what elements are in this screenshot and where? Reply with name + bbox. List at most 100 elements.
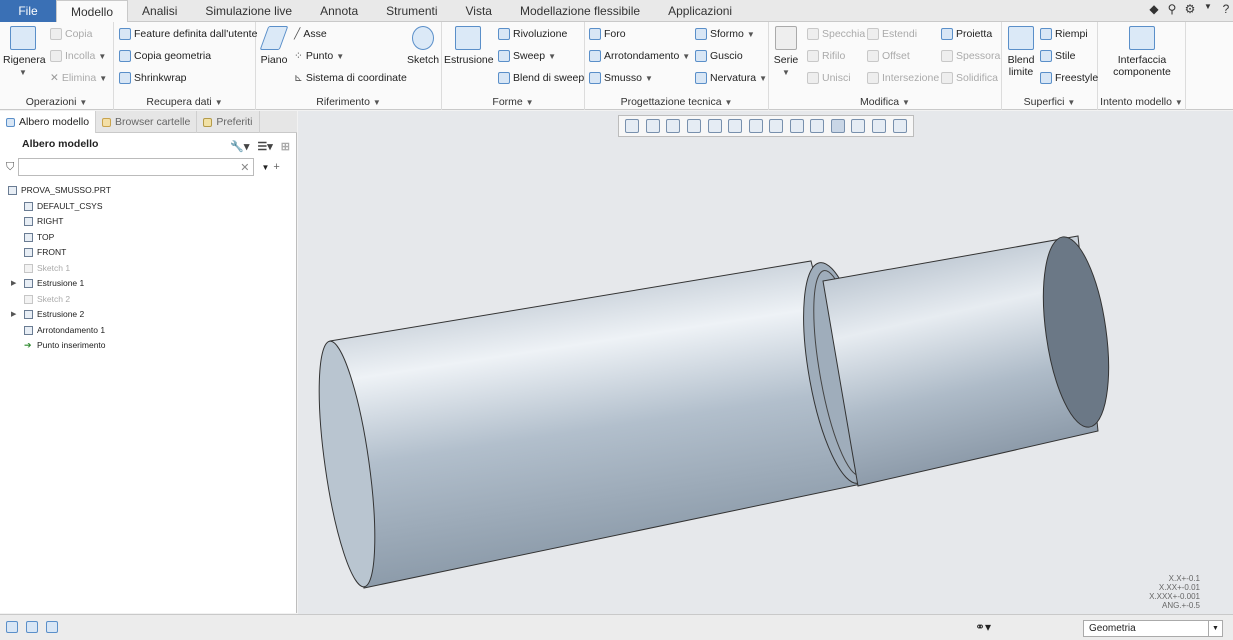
tab-simulazione-live[interactable]: Simulazione live <box>191 0 306 22</box>
tab-browser-cartelle[interactable]: Browser cartelle <box>96 111 198 133</box>
tab-modellazione-flessibile[interactable]: Modellazione flessibile <box>506 0 654 22</box>
offset-button[interactable]: Offset <box>867 50 910 62</box>
tree-node[interactable]: Arrotondamento 1 <box>0 323 296 339</box>
tree-columns-icon[interactable]: ⊞ <box>281 136 290 158</box>
filter-icon[interactable]: ⛉ <box>6 161 14 174</box>
foro-button[interactable]: Foro <box>589 28 626 40</box>
find-icon[interactable]: ⚭▾ <box>975 620 991 634</box>
rivoluzione-button[interactable]: Rivoluzione <box>498 28 567 40</box>
shaft-model[interactable] <box>298 111 1233 614</box>
tree-node-label: PROVA_SMUSSO.PRT <box>21 185 111 195</box>
tree-node[interactable]: Sketch 2 <box>0 292 296 308</box>
add-icon[interactable]: + <box>273 161 279 173</box>
tab-applicazioni[interactable]: Applicazioni <box>654 0 746 22</box>
spessora-button[interactable]: Spessora <box>941 50 1000 62</box>
asse-button[interactable]: ╱ Asse <box>294 28 327 40</box>
tree-node-label: Estrusione 1 <box>37 278 85 288</box>
group-label-modifica[interactable]: Modifica ▼ <box>769 96 1001 108</box>
nervatura-button[interactable]: Nervatura ▼ <box>695 72 767 84</box>
expand-icon[interactable]: ▶ <box>11 307 16 323</box>
group-label-forme[interactable]: Forme ▼ <box>442 96 584 108</box>
swept-blend-icon <box>498 72 510 84</box>
shrinkwrap-button[interactable]: Shrinkwrap <box>119 72 187 84</box>
style-icon <box>1040 50 1052 62</box>
piano-button[interactable]: Piano <box>258 26 290 66</box>
tab-strumenti[interactable]: Strumenti <box>372 0 451 22</box>
graphics-viewport[interactable]: X.X+-0.1 X.XX+-0.01 X.XXX+-0.001 ANG.+-0… <box>298 111 1233 614</box>
interfaccia-componente-button[interactable]: Interfaccia componente <box>1102 26 1182 78</box>
browser-toggle-icon[interactable] <box>26 621 38 633</box>
tab-albero-modello[interactable]: Albero modello <box>0 111 97 133</box>
model-tree: PROVA_SMUSSO.PRT DEFAULT_CSYS RIGHT TOP FRON… <box>0 183 296 354</box>
gear-icon[interactable]: ⚙ <box>1183 2 1197 16</box>
estendi-button[interactable]: Estendi <box>867 28 917 40</box>
blend-limite-button[interactable]: Blend limite <box>1004 26 1038 78</box>
settings-icon[interactable]: 🔧▾ <box>230 136 249 158</box>
group-label-superfici[interactable]: Superfici ▼ <box>1002 96 1097 108</box>
freestyle-button[interactable]: Freestyle <box>1040 72 1098 84</box>
expand-icon[interactable]: ▶ <box>11 276 16 292</box>
sweep-button[interactable]: Sweep ▼ <box>498 50 556 62</box>
rigenera-button[interactable]: Rigenera ▼ <box>3 26 46 78</box>
tree-node[interactable]: ▶ Estrusione 1 <box>0 276 296 292</box>
tree-node[interactable]: ➔ Punto inserimento <box>0 338 296 354</box>
solidifica-button[interactable]: Solidifica <box>941 72 998 84</box>
search-icon[interactable]: ⚲ <box>1165 2 1179 16</box>
unisci-button[interactable]: Unisci <box>807 72 851 84</box>
sketch-button[interactable]: Sketch <box>406 26 440 66</box>
stile-button[interactable]: Stile <box>1040 50 1075 62</box>
tab-preferiti[interactable]: Preferiti <box>197 111 260 133</box>
rifilo-button[interactable]: Rifilo <box>807 50 845 62</box>
pin-icon[interactable]: ◆ <box>1147 2 1161 16</box>
tree-node-label: Sketch 1 <box>37 262 71 273</box>
tree-node[interactable]: DEFAULT_CSYS <box>0 199 296 215</box>
serie-button[interactable]: Serie ▼ <box>772 26 800 78</box>
show-icon[interactable]: ☰▾ <box>257 136 272 158</box>
blend-sweep-button[interactable]: Blend di sweep <box>498 72 584 84</box>
sistema-coordinate-button[interactable]: ⊾ Sistema di coordinate <box>294 72 407 84</box>
help-icon[interactable]: ? <box>1219 2 1233 16</box>
copia-button[interactable]: Copia <box>50 28 92 40</box>
selection-filter-select[interactable]: Geometria ▼ <box>1083 620 1223 637</box>
tree-node[interactable]: FRONT <box>0 245 296 261</box>
round-icon <box>589 50 601 62</box>
copia-geometria-button[interactable]: Copia geometria <box>119 50 211 62</box>
group-label-riferimento[interactable]: Riferimento ▼ <box>256 96 441 108</box>
punto-button[interactable]: ⁘ Punto ▼ <box>294 50 344 62</box>
intersezione-button[interactable]: Intersezione <box>867 72 939 84</box>
group-label-intento[interactable]: Intento modello ▼ <box>1098 96 1185 108</box>
group-recupera-dati: Feature definita dall'utente Copia geome… <box>114 22 257 110</box>
guscio-button[interactable]: Guscio <box>695 50 743 62</box>
feature-definita-button[interactable]: Feature definita dall'utente <box>119 28 257 40</box>
chevron-down-icon[interactable]: ▼ <box>1201 2 1215 16</box>
tab-analisi[interactable]: Analisi <box>128 0 191 22</box>
chevron-down-icon[interactable]: ▼ <box>261 163 269 172</box>
search-input[interactable] <box>18 158 255 176</box>
sformo-button[interactable]: Sformo ▼ <box>695 28 755 40</box>
panel-toggle-icon[interactable] <box>6 621 18 633</box>
tree-node[interactable]: Sketch 1 <box>0 261 296 277</box>
tree-node[interactable]: PROVA_SMUSSO.PRT <box>0 183 296 199</box>
group-label-recupera[interactable]: Recupera dati ▼ <box>114 96 255 108</box>
tab-file[interactable]: File <box>0 0 56 22</box>
specchia-button[interactable]: Specchia <box>807 28 865 40</box>
clear-icon[interactable]: ✕ <box>240 161 249 174</box>
elimina-button[interactable]: ✕ Elimina ▼ <box>50 72 107 84</box>
group-label-operazioni[interactable]: Operazioni ▼ <box>0 96 113 108</box>
estrusione-button[interactable]: Estrusione <box>444 26 494 66</box>
smusso-button[interactable]: Smusso ▼ <box>589 72 653 84</box>
riempi-button[interactable]: Riempi <box>1040 28 1088 40</box>
tree-node[interactable]: ▶ Estrusione 2 <box>0 307 296 323</box>
tab-modello[interactable]: Modello <box>56 0 129 23</box>
group-label-progettazione[interactable]: Progettazione tecnica ▼ <box>585 96 768 108</box>
tab-annota[interactable]: Annota <box>306 0 372 22</box>
tab-vista[interactable]: Vista <box>452 0 506 22</box>
arrotondamento-button[interactable]: Arrotondamento ▼ <box>589 50 690 62</box>
tree-node[interactable]: TOP <box>0 230 296 246</box>
proietta-button[interactable]: Proietta <box>941 28 992 40</box>
folder-icon <box>102 117 112 127</box>
insert-arrow-icon: ➔ <box>24 340 32 351</box>
incolla-button[interactable]: Incolla ▼ <box>50 50 106 62</box>
fullscreen-icon[interactable] <box>46 621 58 633</box>
tree-node[interactable]: RIGHT <box>0 214 296 230</box>
